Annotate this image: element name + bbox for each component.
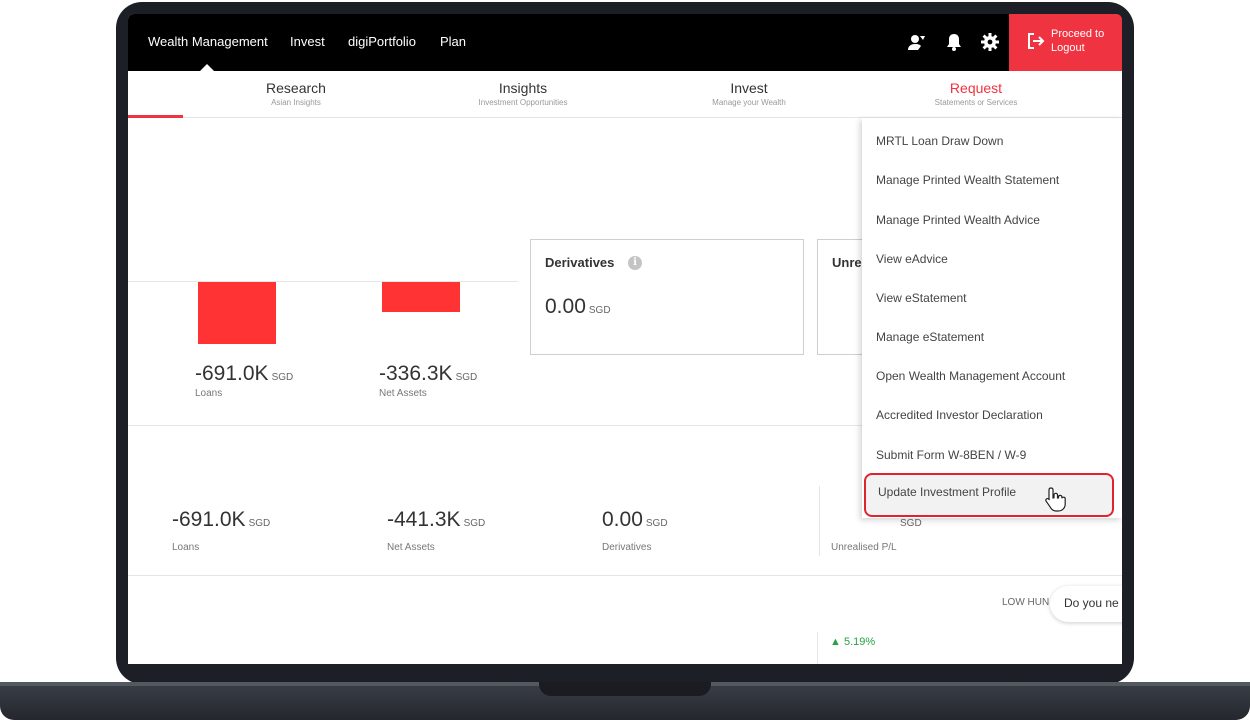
- unrealised-title: Unre: [832, 255, 862, 270]
- app-screen: Wealth Management Invest digiPortfolio P…: [128, 14, 1122, 664]
- mid-net-assets-label: Net Assets: [387, 542, 435, 553]
- net-assets-label: Net Assets: [379, 388, 427, 399]
- derivatives-card[interactable]: Derivatives i 0.00 SGD: [530, 239, 804, 355]
- mid-loans-value: -691.0K SGD: [172, 508, 271, 531]
- menu-item-mrtl-loan[interactable]: MRTL Loan Draw Down: [876, 134, 1003, 148]
- tab-research[interactable]: Research Asian Insights: [196, 80, 396, 107]
- logout-icon: [1028, 33, 1045, 49]
- low-hun-label: LOW HUN: [1002, 597, 1050, 608]
- menu-item-view-estatement[interactable]: View eStatement: [876, 291, 967, 305]
- loans-value: -691.0K SGD: [195, 362, 294, 385]
- derivatives-title: Derivatives: [545, 255, 615, 270]
- menu-item-update-profile-highlight[interactable]: Update Investment Profile: [864, 473, 1114, 517]
- hand-cursor-icon: [1044, 486, 1066, 517]
- top-nav: Wealth Management Invest digiPortfolio P…: [128, 14, 1122, 71]
- request-dropdown-menu: MRTL Loan Draw Down Manage Printed Wealt…: [862, 118, 1122, 518]
- nav-plan[interactable]: Plan: [440, 34, 466, 49]
- menu-item-submit-form[interactable]: Submit Form W-8BEN / W-9: [876, 448, 1026, 462]
- derivatives-value: 0.00 SGD: [545, 295, 611, 318]
- laptop-notch: [539, 682, 711, 696]
- info-icon[interactable]: i: [628, 256, 642, 270]
- pct-change: ▲ 5.19%: [830, 636, 876, 648]
- nav-active-caret: [200, 64, 214, 71]
- tab-request[interactable]: Request Statements or Services: [876, 80, 1076, 107]
- column-divider-2: [817, 632, 818, 664]
- nav-digiportfolio[interactable]: digiPortfolio: [348, 34, 416, 49]
- column-divider: [819, 486, 820, 556]
- net-assets-bar: [382, 282, 460, 312]
- menu-item-update-profile[interactable]: Update Investment Profile: [878, 485, 1016, 499]
- menu-item-manage-estatement[interactable]: Manage eStatement: [876, 330, 984, 344]
- mid-unrealised-unit: SGD: [900, 518, 922, 529]
- menu-item-printed-statement[interactable]: Manage Printed Wealth Statement: [876, 173, 1059, 187]
- mid-unrealised-label: Unrealised P/L: [831, 542, 897, 553]
- mid-loans-label: Loans: [172, 542, 200, 553]
- logout-label: Proceed to Logout: [1051, 28, 1105, 54]
- sub-tabs: Research Asian Insights Insights Investm…: [128, 71, 1122, 118]
- tab-active-indicator: [128, 115, 183, 118]
- chat-prompt-chip[interactable]: Do you ne: [1050, 586, 1122, 622]
- logout-button[interactable]: Proceed to Logout: [1009, 14, 1122, 71]
- section-divider-2: [128, 575, 1122, 576]
- relationship-manager-icon[interactable]: [907, 32, 927, 52]
- gear-icon[interactable]: [980, 32, 1000, 52]
- tab-insights[interactable]: Insights Investment Opportunities: [423, 80, 623, 107]
- menu-item-open-account[interactable]: Open Wealth Management Account: [876, 369, 1065, 383]
- nav-invest[interactable]: Invest: [290, 34, 325, 49]
- mid-derivatives-label: Derivatives: [602, 542, 652, 553]
- net-assets-value: -336.3K SGD: [379, 362, 478, 385]
- tab-invest[interactable]: Invest Manage your Wealth: [649, 80, 849, 107]
- bell-icon[interactable]: [944, 32, 964, 52]
- mid-net-assets-value: -441.3K SGD: [387, 508, 486, 531]
- mid-derivatives-value: 0.00 SGD: [602, 508, 668, 531]
- menu-item-view-eadvice[interactable]: View eAdvice: [876, 252, 948, 266]
- loans-label: Loans: [195, 388, 223, 399]
- menu-item-printed-advice[interactable]: Manage Printed Wealth Advice: [876, 213, 1040, 227]
- loans-bar: [198, 282, 276, 344]
- nav-wealth-management[interactable]: Wealth Management: [148, 34, 268, 49]
- menu-item-accredited-investor[interactable]: Accredited Investor Declaration: [876, 408, 1043, 422]
